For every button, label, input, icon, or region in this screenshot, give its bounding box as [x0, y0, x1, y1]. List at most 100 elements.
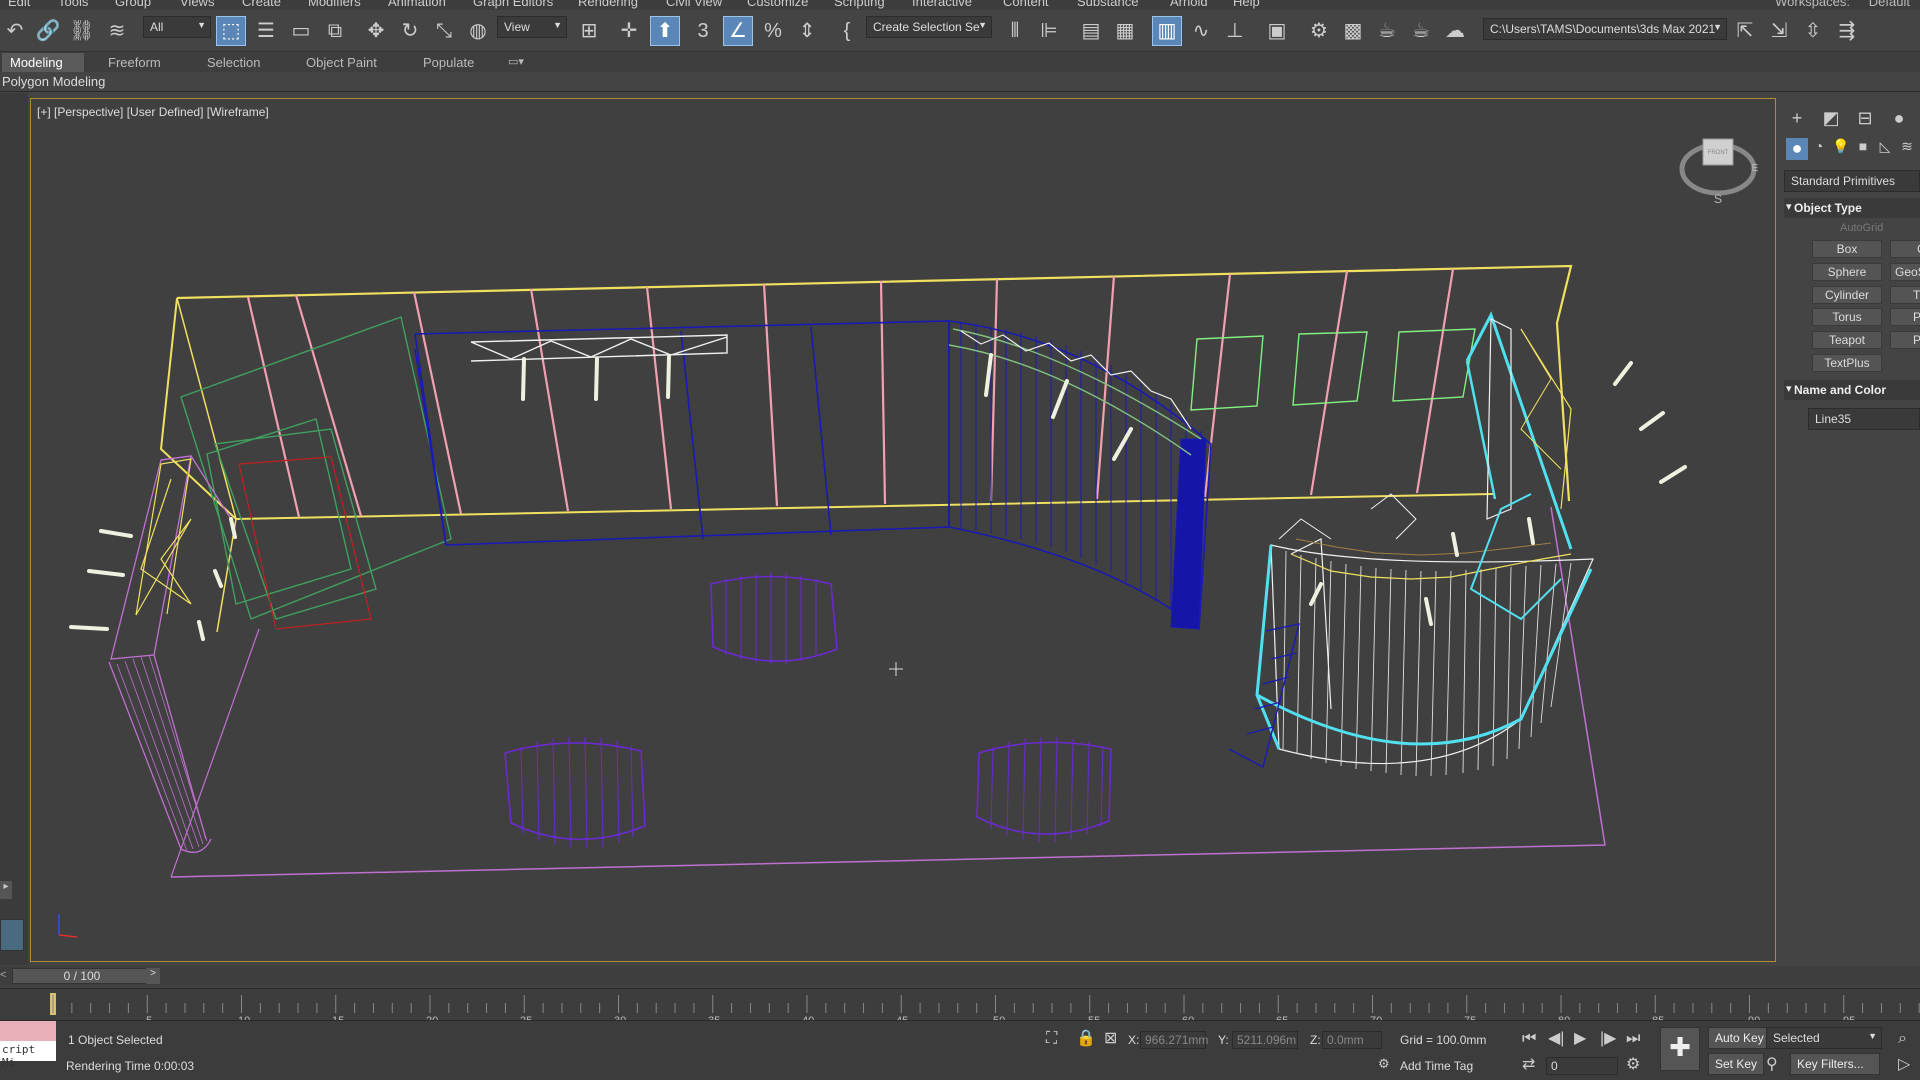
hierarchy-tab-icon[interactable]: ⊟ — [1854, 108, 1876, 130]
plane-button[interactable]: Plane — [1890, 331, 1920, 349]
tube-button[interactable]: Tube — [1890, 286, 1920, 304]
spinner-snap-icon[interactable]: ⇕ — [792, 16, 822, 46]
key-mode-dropdown[interactable]: Selected ▼ — [1766, 1027, 1882, 1049]
toggle-ribbon-icon[interactable]: ▥ — [1152, 16, 1182, 46]
new-project-icon[interactable]: ⇳ — [1798, 16, 1828, 46]
cameras-icon[interactable]: ■ — [1852, 138, 1874, 160]
select-scale-icon[interactable]: ⤡ — [429, 16, 459, 46]
torus-button[interactable]: Torus — [1812, 308, 1882, 326]
menu-rendering[interactable]: Rendering — [578, 0, 638, 9]
tab-freeform[interactable]: Freeform — [100, 53, 169, 72]
select-manipulate-icon[interactable]: ✛ — [614, 16, 644, 46]
menu-graph-editors[interactable]: Graph Editors — [473, 0, 553, 9]
toggle-scene-explorer-icon[interactable]: ▤ — [1076, 16, 1106, 46]
menu-help[interactable]: Help — [1233, 0, 1260, 9]
create-tab-icon[interactable]: + — [1786, 108, 1808, 130]
menu-interactive[interactable]: Interactive — [912, 0, 972, 9]
tab-selection[interactable]: Selection — [199, 53, 268, 72]
bind-space-warp-icon[interactable]: ≋ — [102, 16, 132, 46]
set-key-button[interactable]: Set Key — [1708, 1053, 1765, 1075]
render-online-icon[interactable]: ☁ — [1440, 16, 1470, 46]
material-editor-icon[interactable]: ▣ — [1262, 16, 1292, 46]
helpers-icon[interactable]: ◺ — [1874, 138, 1896, 160]
link-icon[interactable]: 🔗 — [33, 16, 63, 46]
geosphere-button[interactable]: GeoSphere — [1890, 263, 1920, 281]
next-frame-icon[interactable]: |▶ — [1600, 1031, 1616, 1047]
save-project-icon[interactable]: ⇶ — [1832, 16, 1862, 46]
expand-arrow-icon[interactable]: ▸ — [0, 881, 12, 899]
open-project-icon[interactable]: ⇱ — [1730, 16, 1760, 46]
current-frame-field[interactable]: 0 — [1546, 1057, 1618, 1075]
tab-populate[interactable]: Populate — [415, 53, 482, 72]
polygon-modeling-label[interactable]: Polygon Modeling — [2, 74, 105, 89]
percent-snap-icon[interactable]: % — [758, 16, 788, 46]
select-place-icon[interactable]: ◍ — [463, 16, 493, 46]
geometry-icon[interactable]: ● — [1786, 138, 1808, 160]
go-to-end-icon[interactable]: ⏭ — [1626, 1031, 1640, 1047]
use-pivot-icon[interactable]: ⊞ — [574, 16, 604, 46]
perspective-viewport[interactable]: [+] [Perspective] [User Defined] [Wirefr… — [30, 98, 1776, 962]
lock-selection-icon[interactable]: 🔒 — [1076, 1031, 1096, 1047]
time-slider[interactable]: 0 / 100 — [12, 968, 152, 984]
ref-coord-dropdown[interactable]: View ▼ — [497, 16, 567, 38]
object-type-rollout[interactable]: Object Type — [1784, 198, 1920, 218]
menu-customize[interactable]: Customize — [747, 0, 808, 9]
shapes-icon[interactable]: ◔ — [1808, 138, 1830, 160]
absolute-mode-icon[interactable]: ⊠ — [1104, 1031, 1117, 1047]
menu-modifiers[interactable]: Modifiers — [308, 0, 361, 9]
snaps-toggle-icon[interactable]: 3 — [688, 16, 718, 46]
menu-edit[interactable]: Edit — [8, 0, 30, 9]
sphere-button[interactable]: Sphere — [1812, 263, 1882, 281]
time-next-icon[interactable]: > — [146, 968, 160, 984]
edit-named-selection-icon[interactable]: { — [832, 16, 862, 46]
menu-create[interactable]: Create — [242, 0, 281, 9]
name-and-color-rollout[interactable]: Name and Color — [1784, 380, 1920, 400]
select-by-name-icon[interactable]: ☰ — [251, 16, 281, 46]
align-icon[interactable]: ⊫ — [1034, 16, 1064, 46]
render-production-icon[interactable]: ☕ — [1372, 16, 1402, 46]
maxscript-input[interactable]: cript Mi — [0, 1041, 56, 1069]
motion-tab-icon[interactable]: ● — [1888, 108, 1910, 130]
menu-tools[interactable]: Tools — [58, 0, 88, 9]
modify-tab-icon[interactable]: ◩ — [1820, 108, 1842, 130]
curve-editor-icon[interactable]: ∿ — [1186, 16, 1216, 46]
pyramid-button[interactable]: Pyramid — [1890, 308, 1920, 326]
menu-civil-view[interactable]: Civil View — [666, 0, 722, 9]
maxscript-listener[interactable] — [0, 1021, 56, 1041]
autogrid-checkbox[interactable]: AutoGrid — [1840, 222, 1883, 234]
workspaces-dropdown[interactable]: Default — [1869, 0, 1910, 9]
toggle-layer-explorer-icon[interactable]: ▦ — [1110, 16, 1140, 46]
menu-content[interactable]: Content — [1003, 0, 1049, 9]
render-iterative-icon[interactable]: ☕ — [1406, 16, 1436, 46]
viewport-layout-icon[interactable] — [0, 919, 24, 951]
menu-views[interactable]: Views — [180, 0, 214, 9]
unlink-icon[interactable]: ⛓ — [67, 16, 97, 46]
add-time-tag[interactable]: Add Time Tag — [1400, 1059, 1473, 1073]
cylinder-button[interactable]: Cylinder — [1812, 286, 1882, 304]
object-name-field[interactable]: Line35 — [1808, 408, 1920, 430]
auto-key-button[interactable]: Auto Key — [1708, 1027, 1771, 1049]
set-key-filter-icon[interactable]: ⚲ — [1766, 1057, 1778, 1073]
key-mode-icon[interactable]: ⇄ — [1522, 1057, 1535, 1073]
ribbon-options-icon[interactable]: ▭▾ — [500, 53, 532, 72]
y-coordinate-field[interactable]: 5211.096m — [1232, 1031, 1298, 1049]
select-object-icon[interactable]: ⬚ — [216, 16, 246, 46]
schematic-view-icon[interactable]: ⊥ — [1220, 16, 1250, 46]
play-icon[interactable]: ▶ — [1574, 1031, 1586, 1047]
zoom-icon[interactable]: ⌕ — [1898, 1031, 1907, 1047]
lights-icon[interactable]: 💡 — [1830, 138, 1852, 160]
window-crossing-icon[interactable]: ⧉ — [320, 16, 350, 46]
spacewarps-icon[interactable]: ≋ — [1896, 138, 1918, 160]
go-to-start-icon[interactable]: ⏮ — [1522, 1031, 1536, 1047]
textplus-button[interactable]: TextPlus — [1812, 354, 1882, 372]
key-filters-button[interactable]: Key Filters... — [1790, 1053, 1880, 1075]
rect-selection-icon[interactable]: ▭ — [286, 16, 316, 46]
select-rotate-icon[interactable]: ↻ — [395, 16, 425, 46]
set-key-big-icon[interactable]: ✚ — [1660, 1027, 1700, 1071]
menu-group[interactable]: Group — [115, 0, 151, 9]
render-setup-icon[interactable]: ⚙ — [1304, 16, 1334, 46]
keyboard-shortcut-icon[interactable]: ⬆ — [650, 16, 680, 46]
prev-frame-icon[interactable]: ◀| — [1548, 1031, 1564, 1047]
menu-animation[interactable]: Animation — [388, 0, 446, 9]
box-button[interactable]: Box — [1812, 240, 1882, 258]
